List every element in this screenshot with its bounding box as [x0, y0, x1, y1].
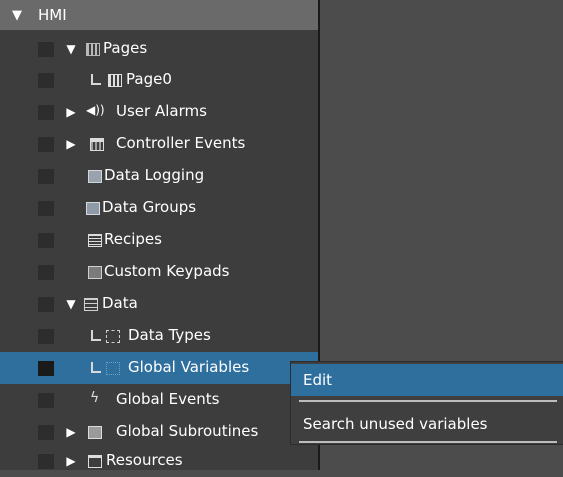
tree-item-custom-keypads[interactable]: Custom Keypads: [0, 256, 318, 288]
tree-item-label: User Alarms: [116, 102, 207, 120]
tree-item-label: Data: [102, 294, 138, 312]
keypad-icon: [88, 266, 102, 279]
tree-item-pages[interactable]: ▼ Pages: [0, 33, 318, 65]
tree-root-label: HMI: [38, 6, 67, 24]
recipes-icon: [88, 234, 102, 247]
tree-item-data-groups[interactable]: Data Groups: [0, 192, 318, 224]
row-marker: [38, 297, 54, 312]
global-variables-icon: [106, 362, 120, 375]
context-menu: Edit Search unused variables: [291, 362, 563, 444]
tree-item-label: Resources: [106, 451, 183, 469]
menu-separator: [299, 441, 557, 443]
tree-item-global-subroutines[interactable]: ▶ Global Subroutines: [0, 416, 318, 448]
tree-item-user-alarms[interactable]: ▶ ◀)) User Alarms: [0, 96, 318, 128]
row-marker: [38, 329, 54, 344]
tree-root-hmi[interactable]: ▼ HMI: [0, 0, 318, 30]
tree-item-global-events[interactable]: ϟ Global Events: [0, 384, 318, 416]
row-marker: [38, 201, 54, 216]
row-marker: [38, 393, 54, 408]
tree-item-label: Global Subroutines: [116, 422, 259, 440]
menu-separator: [299, 400, 557, 402]
tree-item-label: Pages: [103, 39, 148, 57]
row-marker: [38, 361, 54, 376]
tree-item-data-logging[interactable]: Data Logging: [0, 160, 318, 192]
triangle-right-icon[interactable]: ▶: [64, 454, 78, 468]
data-groups-icon: [86, 202, 100, 215]
page-icon: [108, 74, 122, 87]
tree-item-label: Page0: [126, 70, 172, 88]
data-icon: [84, 298, 98, 311]
data-types-icon: [106, 330, 120, 343]
tree-item-resources[interactable]: ▶ Resources: [0, 445, 318, 477]
row-marker: [38, 42, 54, 57]
triangle-right-icon[interactable]: ▶: [64, 105, 78, 119]
tree-item-controller-events[interactable]: ▶ Controller Events: [0, 128, 318, 160]
row-marker: [38, 454, 54, 469]
tree-connector: [91, 362, 101, 373]
tree-item-global-variables[interactable]: Global Variables: [0, 352, 318, 384]
menu-item-edit[interactable]: Edit: [291, 364, 563, 396]
data-logging-icon: [88, 170, 102, 183]
resources-icon: [88, 455, 102, 468]
tree-item-label: Global Events: [116, 390, 220, 408]
lightning-icon: ϟ: [90, 390, 100, 406]
pages-icon: [86, 43, 100, 56]
tree-item-recipes[interactable]: Recipes: [0, 224, 318, 256]
triangle-down-icon[interactable]: ▼: [64, 42, 78, 56]
row-marker: [38, 73, 54, 88]
triangle-right-icon[interactable]: ▶: [64, 137, 78, 151]
speaker-icon: ◀)): [86, 103, 105, 117]
tree-item-data-types[interactable]: Data Types: [0, 320, 318, 352]
tree-item-label: Data Logging: [104, 166, 205, 184]
tree-item-label: Custom Keypads: [104, 262, 230, 280]
tree-connector: [91, 74, 101, 85]
row-marker: [38, 137, 54, 152]
tree-item-label: Controller Events: [116, 134, 246, 152]
triangle-right-icon[interactable]: ▶: [64, 425, 78, 439]
row-marker: [38, 169, 54, 184]
tree-connector: [91, 330, 101, 341]
tree-item-data[interactable]: ▼ Data: [0, 288, 318, 320]
project-tree-panel: ▼ HMI ▼ Pages Page0 ▶ ◀)) User Alarms ▶ …: [0, 0, 320, 470]
row-marker: [38, 265, 54, 280]
tree-item-label: Data Types: [128, 326, 211, 344]
row-marker: [38, 233, 54, 248]
triangle-down-icon[interactable]: ▼: [64, 297, 78, 311]
subroutines-icon: [88, 426, 102, 439]
tree-item-page0[interactable]: Page0: [0, 64, 318, 96]
tree-item-label: Recipes: [104, 230, 162, 248]
tree-item-label: Data Groups: [102, 198, 197, 216]
row-marker: [38, 425, 54, 440]
row-marker: [38, 105, 54, 120]
tree-item-label: Global Variables: [128, 358, 250, 376]
triangle-down-icon[interactable]: ▼: [6, 8, 28, 23]
controller-events-icon: [90, 138, 104, 151]
menu-item-search-unused-variables[interactable]: Search unused variables: [291, 408, 563, 440]
